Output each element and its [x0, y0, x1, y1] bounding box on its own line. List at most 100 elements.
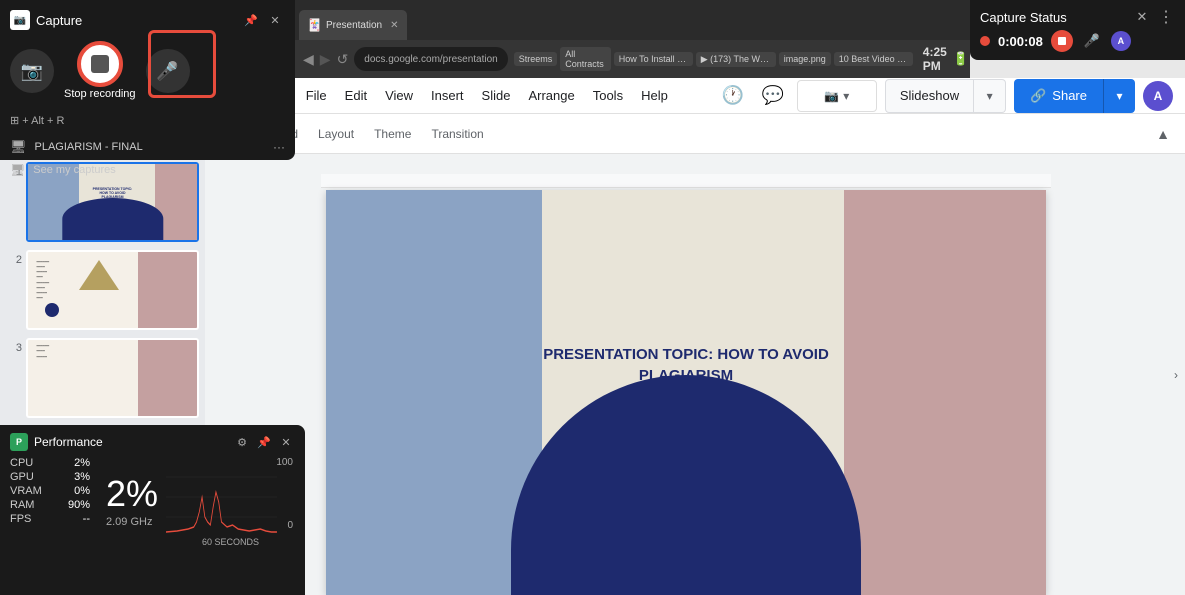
perf-chart-min: 0: [287, 520, 293, 531]
perf-stats-col: CPU 2% GPU 3% VRAM 0% RAM 90% FPS --: [10, 457, 90, 547]
nav-refresh-button[interactable]: ↺: [337, 51, 349, 68]
collapse-toolbar-button[interactable]: ▲: [1149, 120, 1177, 148]
see-captures-link[interactable]: See my captures: [33, 164, 116, 176]
layout-button[interactable]: Layout: [310, 123, 362, 145]
menu-view[interactable]: View: [377, 84, 421, 107]
slide2-circle: [45, 303, 59, 317]
clock-display: 4:25 PM: [923, 45, 947, 73]
browser-nav-bar: ◀ ▶ ↺ docs.google.com/presentation Stree…: [295, 40, 970, 78]
nav-forward-button[interactable]: ▶: [320, 51, 331, 68]
slide-3-thumbnail[interactable]: ━━━━━━━━━━━━━━━: [26, 338, 199, 418]
slide1-semicircle: [62, 198, 163, 240]
capture-status-stop-button[interactable]: [1051, 30, 1073, 52]
cpu-label: CPU: [10, 457, 33, 469]
perf-big-percentage: 2%: [106, 476, 158, 512]
monitor-icon: 🖥: [10, 163, 25, 177]
capture-pin-button[interactable]: 📌: [241, 10, 261, 30]
active-tab-label: Presentation: [326, 20, 382, 31]
slides-wrapper: /* ruler ticks */ PRESENTATION TOPIC: HO: [321, 174, 1051, 595]
capture-buttons-row: 📷 Stop recording 🎤: [10, 38, 285, 104]
capture-more-icon[interactable]: ···: [273, 140, 285, 154]
fps-value: --: [83, 513, 90, 525]
menu-file[interactable]: File: [298, 84, 335, 107]
perf-big-number-col: 2% 2.09 GHz: [98, 457, 158, 547]
browser-tab-active[interactable]: 🃏 Presentation ✕: [299, 10, 407, 40]
perf-chart-svg: [166, 457, 277, 537]
slide-3-container: 3 ━━━━━━━━━━━━━━━: [6, 338, 199, 418]
perf-ram: RAM 90%: [10, 499, 90, 511]
vram-value: 0%: [74, 485, 90, 497]
slide-2-inner: ━━━━━━━━━━━━━━━━━━━━━━━━━━━━━━━━━━━━: [28, 252, 197, 328]
slide-3-number: 3: [6, 338, 22, 354]
transition-button[interactable]: Transition: [423, 123, 491, 145]
perf-pin-button[interactable]: 📌: [255, 433, 273, 451]
menu-help[interactable]: Help: [633, 84, 676, 107]
menu-edit[interactable]: Edit: [337, 84, 375, 107]
perf-logo-icon: P: [10, 433, 28, 451]
capture-status-header: Capture Status ✕ ⋮: [980, 8, 1175, 26]
slide-title-line2: PLAGIARISM: [639, 367, 733, 384]
capture-header-buttons: 📌 ✕: [241, 10, 285, 30]
bookmark-image[interactable]: image.png: [779, 52, 831, 66]
slide-canvas[interactable]: PRESENTATION TOPIC: HOW TO AVOID PLAGIAR…: [326, 190, 1046, 595]
capture-status-close[interactable]: ✕: [1133, 8, 1151, 26]
perf-chart-max: 100: [276, 457, 293, 468]
user-avatar[interactable]: A: [1143, 81, 1173, 111]
address-bar[interactable]: docs.google.com/presentation: [354, 47, 507, 71]
capture-stop-button[interactable]: [78, 42, 122, 86]
menu-items: File Edit View Insert Slide Arrange Tool…: [298, 84, 676, 107]
theme-button[interactable]: Theme: [366, 123, 419, 145]
perf-settings-button[interactable]: ⚙: [233, 433, 251, 451]
mic-icon: 🎤: [156, 61, 178, 82]
menu-arrange[interactable]: Arrange: [520, 84, 582, 107]
capture-status-menu[interactable]: ⋮: [1157, 8, 1175, 26]
bookmark-streems[interactable]: Streems: [514, 52, 558, 66]
slide3-content: ━━━━━━━━━━━━━━━: [36, 344, 49, 361]
slide-2-thumbnail[interactable]: ━━━━━━━━━━━━━━━━━━━━━━━━━━━━━━━━━━━━: [26, 250, 199, 330]
capture-bottom-row: 🖥 PLAGIARISM - FINAL ···: [10, 137, 285, 155]
slide-2-number: 2: [6, 250, 22, 266]
slide3-right: [138, 340, 197, 416]
slide-title-text: PRESENTATION TOPIC: HOW TO AVOID PLAGIAR…: [543, 344, 829, 386]
version-history-button[interactable]: 🕐: [717, 80, 749, 112]
menu-slide[interactable]: Slide: [474, 84, 519, 107]
right-panel-collapse[interactable]: ›: [1167, 154, 1185, 595]
share-button-group: 🔗 Share ▾: [1014, 79, 1135, 113]
perf-title: Performance: [34, 435, 227, 449]
capture-mic-button[interactable]: 🎤: [146, 49, 190, 93]
bookmark-all-contracts[interactable]: All Contracts: [560, 47, 611, 71]
perf-cpu: CPU 2%: [10, 457, 90, 469]
bookmark-video[interactable]: 10 Best Video Quali...: [834, 52, 913, 66]
slide-2-container: 2 ━━━━━━━━━━━━━━━━━━━━━━━━━━━━━━━━━━━━: [6, 250, 199, 330]
ruler-svg: /* ruler ticks */: [321, 174, 1051, 187]
menu-tools[interactable]: Tools: [585, 84, 631, 107]
perf-close-button[interactable]: ✕: [277, 433, 295, 451]
slideshow-button-group: Slideshow ▾: [885, 79, 1006, 113]
menu-insert[interactable]: Insert: [423, 84, 472, 107]
slideshow-button[interactable]: Slideshow: [885, 79, 974, 113]
camera-mode-button[interactable]: 📷 ▾: [797, 80, 877, 112]
bookmark-how-to-install[interactable]: How To Install Cyan...: [614, 52, 693, 66]
camera-icon: 📷: [21, 61, 43, 82]
see-captures-row: 🖥 See my captures: [10, 163, 285, 177]
perf-header-buttons: ⚙ 📌 ✕: [233, 433, 295, 451]
capture-status-user-badge: A: [1111, 31, 1131, 51]
cpu-value: 2%: [74, 457, 90, 469]
slide2-right: [138, 252, 197, 328]
perf-body: CPU 2% GPU 3% VRAM 0% RAM 90% FPS --: [10, 457, 295, 547]
tab-close-active[interactable]: ✕: [390, 20, 398, 31]
slideshow-dropdown[interactable]: ▾: [974, 79, 1006, 113]
stop-highlight-ring: [77, 41, 123, 87]
share-button[interactable]: 🔗 Share: [1014, 79, 1103, 113]
comments-button[interactable]: 💬: [757, 80, 789, 112]
fps-label: FPS: [10, 513, 31, 525]
nav-back-button[interactable]: ◀: [303, 51, 314, 68]
bookmark-youtube[interactable]: ▶ (173) The Wing Girls...: [696, 52, 776, 67]
capture-title: Capture: [36, 13, 235, 28]
vram-label: VRAM: [10, 485, 42, 497]
perf-frequency: 2.09 GHz: [106, 516, 158, 528]
capture-camera-button[interactable]: 📷: [10, 49, 54, 93]
capture-status-mute-button[interactable]: 🎤: [1081, 30, 1103, 52]
capture-close-button[interactable]: ✕: [265, 10, 285, 30]
share-dropdown[interactable]: ▾: [1103, 79, 1135, 113]
